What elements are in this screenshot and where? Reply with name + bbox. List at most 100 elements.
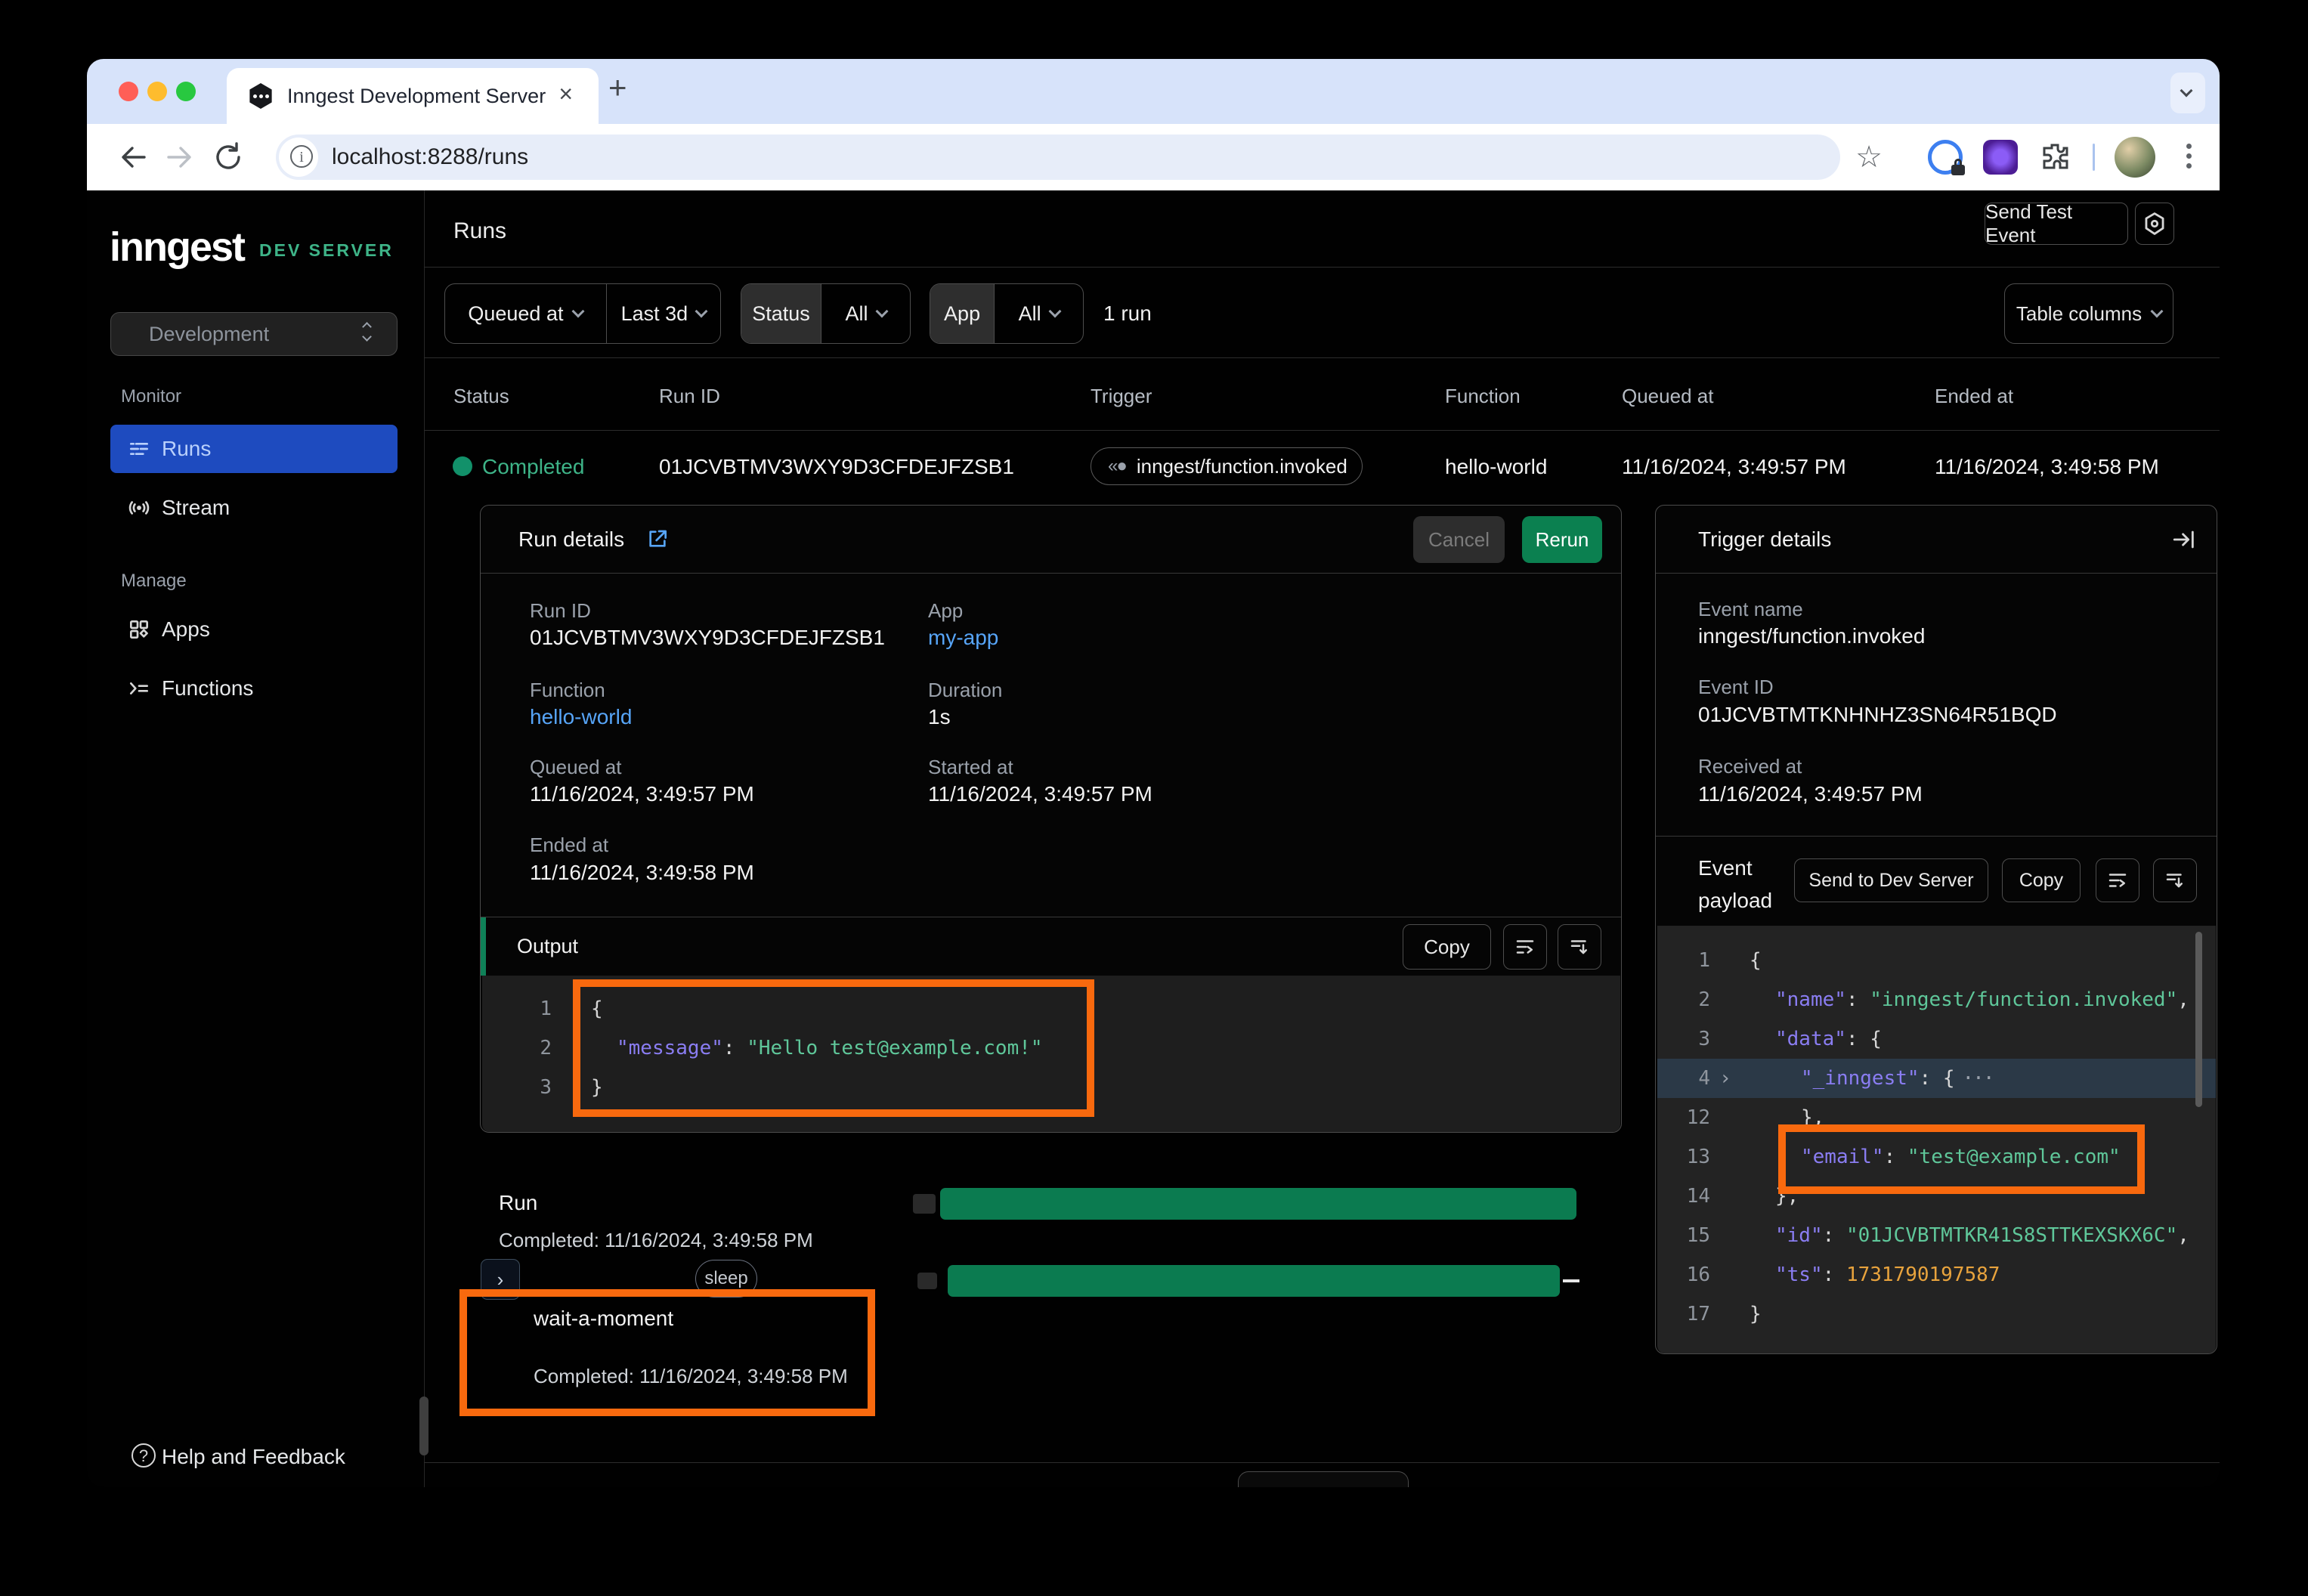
event-id-label: Event ID [1698, 676, 1774, 699]
row-queued-at: 11/16/2024, 3:49:57 PM [1622, 455, 1846, 479]
reload-icon[interactable] [212, 141, 245, 174]
payload-wrap-button[interactable] [2096, 858, 2139, 902]
annotation-box-step [459, 1289, 875, 1416]
run-count: 1 run [1103, 302, 1152, 326]
header-divider [424, 267, 2220, 268]
new-tab-button[interactable]: + [608, 70, 627, 106]
monitor-section-label: Monitor [121, 386, 181, 407]
output-title: Output [517, 935, 578, 958]
app-link[interactable]: my-app [928, 626, 998, 650]
traffic-close-button[interactable] [119, 82, 138, 101]
browser-tabstrip: Inngest Development Server × + [87, 59, 2220, 124]
password-manager-extension-icon[interactable] [1928, 140, 1963, 175]
environment-select[interactable]: Development [110, 312, 398, 356]
inngest-app: inngest DEV SERVER Development Monitor R… [87, 190, 2220, 1487]
trigger-details-panel: Trigger details Event name inngest/funct… [1655, 505, 2217, 1354]
send-test-event-button[interactable]: Send Test Event [1985, 203, 2128, 245]
ended-label: Ended at [530, 834, 608, 857]
sidebar-divider [424, 190, 425, 1487]
dev-server-tagline: DEV SERVER [259, 240, 394, 261]
traffic-zoom-button[interactable] [176, 82, 196, 101]
forward-icon[interactable] [162, 141, 196, 174]
settings-button[interactable] [2135, 203, 2174, 245]
trigger-event-badge[interactable]: «● inngest/function.invoked [1091, 447, 1363, 485]
browser-window: Inngest Development Server × + i localh [87, 59, 2220, 1487]
address-bar[interactable]: i localhost:8288/runs [276, 135, 1840, 180]
wrap-text-icon [2106, 869, 2129, 892]
status-filter[interactable]: Status All [741, 283, 911, 344]
select-updown-icon [364, 323, 376, 340]
row-status: Completed [482, 455, 584, 479]
app-filter[interactable]: App All [930, 283, 1084, 344]
browser-tab[interactable]: Inngest Development Server × [227, 68, 599, 124]
cancel-button[interactable]: Cancel [1413, 516, 1505, 563]
invoke-icon: «● [1108, 456, 1126, 477]
run-duration-bar[interactable] [940, 1188, 1576, 1220]
back-icon[interactable] [117, 141, 150, 174]
table-columns-button[interactable]: Table columns [2004, 283, 2173, 344]
step-bar-end-tick [1563, 1279, 1579, 1282]
tab-close-icon[interactable]: × [558, 80, 573, 108]
received-at-value: 11/16/2024, 3:49:57 PM [1698, 782, 1923, 806]
bookmark-star-icon[interactable]: ☆ [1852, 141, 1886, 174]
status-filter-label: Status [741, 284, 821, 343]
expand-lines-icon [1568, 936, 1591, 958]
tab-search-chevron-button[interactable] [2170, 73, 2205, 113]
app-filter-value[interactable]: All [994, 284, 1083, 343]
duration-value: 1s [928, 705, 951, 729]
purple-extension-icon[interactable] [1983, 140, 2018, 175]
event-id-value: 01JCVBTMTKNHNHZ3SN64R51BQD [1698, 703, 2057, 727]
col-queued-at: Queued at [1622, 385, 1713, 408]
gear-icon [2142, 211, 2167, 237]
run-completed-text: Completed: 11/16/2024, 3:49:58 PM [499, 1229, 813, 1252]
main-scrollbar[interactable] [419, 1396, 428, 1455]
sidebar-item-functions[interactable]: Functions [110, 664, 398, 713]
screenshot-stage: Inngest Development Server × + i localh [0, 0, 2308, 1596]
run-queue-segment [913, 1194, 936, 1214]
row-run-id: 01JCVBTMV3WXY9D3CFDEJFZSB1 [659, 455, 1014, 479]
output-wrap-button[interactable] [1503, 924, 1547, 970]
function-link[interactable]: hello-world [530, 705, 632, 729]
pagination-button-clipped[interactable] [1238, 1471, 1409, 1487]
help-and-feedback[interactable]: ? Help and Feedback [110, 1433, 398, 1481]
payload-copy-button[interactable]: Copy [2002, 858, 2081, 902]
send-to-dev-server-button[interactable]: Send to Dev Server [1794, 858, 1988, 902]
output-expand-button[interactable] [1558, 924, 1601, 970]
extensions-puzzle-icon[interactable] [2038, 141, 2071, 174]
browser-menu-icon[interactable] [2186, 144, 2192, 173]
stream-broadcast-icon [127, 496, 151, 520]
status-filter-value[interactable]: All [821, 284, 910, 343]
row-function: hello-world [1445, 455, 1547, 479]
function-label: Function [530, 679, 605, 702]
step-queue-segment [917, 1273, 937, 1289]
traffic-minimize-button[interactable] [147, 82, 167, 101]
payload-scrollbar[interactable] [2195, 932, 2202, 1107]
trigger-details-title: Trigger details [1698, 527, 1831, 552]
rerun-button[interactable]: Rerun [1522, 516, 1602, 563]
runs-list-icon [127, 437, 151, 461]
col-function: Function [1445, 385, 1521, 408]
time-field-dropdown[interactable]: Queued at [445, 284, 606, 343]
col-run-id: Run ID [659, 385, 720, 408]
time-range-dropdown[interactable]: Last 3d [606, 284, 720, 343]
app-filter-label: App [930, 284, 994, 343]
site-info-icon[interactable]: i [279, 138, 318, 177]
sidebar-item-stream[interactable]: Stream [110, 484, 398, 532]
tab-title: Inngest Development Server [287, 85, 546, 108]
table-header-divider [424, 430, 2220, 431]
output-copy-button[interactable]: Copy [1403, 924, 1491, 970]
help-icon: ? [131, 1443, 156, 1468]
sidebar-item-apps[interactable]: Apps [110, 605, 398, 654]
payload-expand-button[interactable] [2153, 858, 2197, 902]
profile-avatar[interactable] [2115, 137, 2155, 178]
step-duration-bar[interactable] [948, 1265, 1560, 1297]
timeline-run-label: Run [499, 1191, 537, 1215]
collapse-panel-icon[interactable] [2171, 527, 2197, 552]
sidebar-item-runs[interactable]: Runs [110, 425, 398, 473]
app-label: App [928, 599, 963, 623]
run-id-value: 01JCVBTMV3WXY9D3CFDEJFZSB1 [530, 626, 885, 650]
open-external-icon[interactable] [645, 527, 670, 551]
time-filter[interactable]: Queued at Last 3d [444, 283, 721, 344]
apps-grid-icon [127, 617, 151, 642]
annotation-box-output [573, 979, 1094, 1117]
